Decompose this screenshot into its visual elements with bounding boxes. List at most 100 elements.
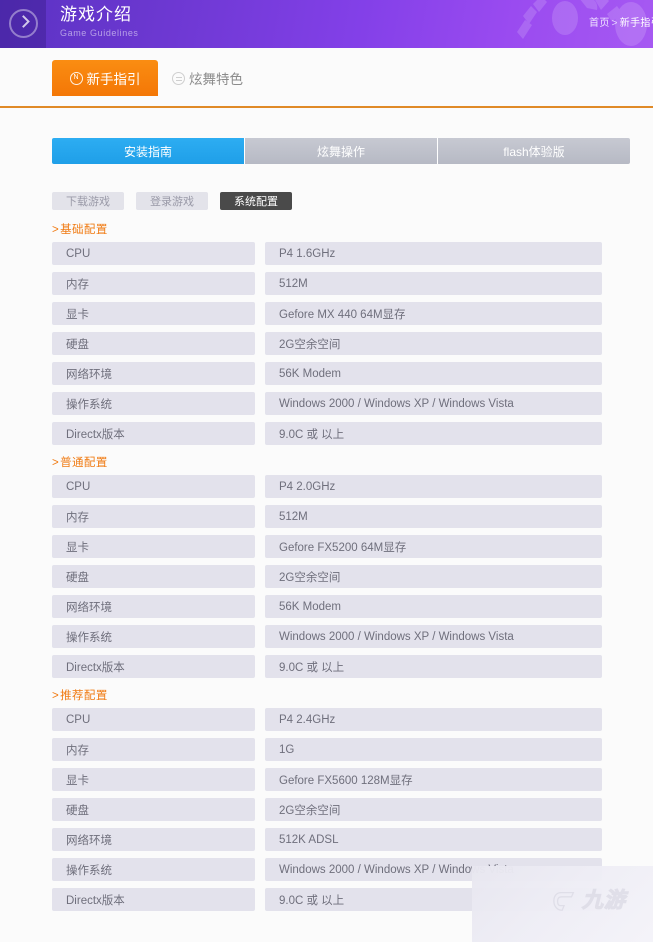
table-row: 操作系统 Windows 2000 / Windows XP / Windows…	[52, 392, 653, 415]
row-label: 操作系统	[52, 858, 255, 881]
page-header: 游戏介绍 Game Guidelines 首页>新手指引	[0, 0, 653, 48]
table-row: 网络环境 56K Modem	[52, 362, 653, 385]
row-value: 56K Modem	[265, 595, 602, 618]
row-label: 内存	[52, 505, 255, 528]
config-section-basic: >基础配置 CPU P4 1.6GHz 内存 512M 显卡 Gefore MX…	[0, 221, 653, 445]
row-value: 2G空余空间	[265, 565, 602, 588]
row-label: 显卡	[52, 302, 255, 325]
breadcrumb-home-link[interactable]: 首页	[589, 18, 610, 29]
row-value: 512K ADSL	[265, 828, 602, 851]
section-title-recommended-label: 推荐配置	[60, 690, 108, 702]
config-rows-basic: CPU P4 1.6GHz 内存 512M 显卡 Gefore MX 440 6…	[0, 242, 653, 445]
login-game-button-label: 登录游戏	[150, 196, 194, 208]
row-value: Windows 2000 / Windows XP / Windows Vist…	[265, 625, 602, 648]
row-label: 网络环境	[52, 595, 255, 618]
row-value: Windows 2000 / Windows XP / Windows Vist…	[265, 858, 602, 881]
row-label: CPU	[52, 475, 255, 498]
row-value: 9.0C 或 以上	[265, 888, 602, 911]
table-row: 硬盘 2G空余空间	[52, 798, 653, 821]
row-label: 硬盘	[52, 798, 255, 821]
download-game-button-label: 下载游戏	[66, 196, 110, 208]
section-title-recommended: >推荐配置	[52, 687, 653, 705]
download-game-button[interactable]: 下载游戏	[52, 192, 124, 210]
breadcrumb-separator: >	[611, 18, 618, 29]
row-value: Gefore FX5200 64M显存	[265, 535, 602, 558]
subtab-dance-controls[interactable]: 炫舞操作	[245, 138, 438, 164]
row-label: Directx版本	[52, 888, 255, 911]
table-row: CPU P4 1.6GHz	[52, 242, 653, 265]
row-label: 操作系统	[52, 392, 255, 415]
system-config-button[interactable]: 系统配置	[220, 192, 292, 210]
table-row: 操作系统 Windows 2000 / Windows XP / Windows…	[52, 625, 653, 648]
main-tab-bar: 新手指引 炫舞特色	[0, 48, 653, 108]
subtab-install-guide-label: 安装指南	[123, 144, 172, 159]
section-title-normal-label: 普通配置	[60, 457, 108, 469]
table-row: 网络环境 56K Modem	[52, 595, 653, 618]
row-value: 1G	[265, 738, 602, 761]
row-value: Gefore FX5600 128M显存	[265, 768, 602, 791]
table-row: Directx版本 9.0C 或 以上	[52, 422, 653, 445]
row-label: CPU	[52, 708, 255, 731]
table-row: 内存 512M	[52, 272, 653, 295]
row-label: CPU	[52, 242, 255, 265]
list-badge-icon	[172, 71, 185, 85]
row-label: 操作系统	[52, 625, 255, 648]
row-value: 2G空余空间	[265, 332, 602, 355]
section-title-basic: >基础配置	[52, 221, 653, 239]
table-row: CPU P4 2.4GHz	[52, 708, 653, 731]
row-value: Windows 2000 / Windows XP / Windows Vist…	[265, 392, 602, 415]
breadcrumb-current: 新手指引	[619, 18, 653, 29]
sub-tab-bar: 安装指南 炫舞操作 flash体验版	[52, 138, 630, 164]
table-row: 硬盘 2G空余空间	[52, 332, 653, 355]
row-value: 9.0C 或 以上	[265, 655, 602, 678]
tab-newbie-guide[interactable]: 新手指引	[52, 60, 158, 96]
page-subtitle: Game Guidelines	[60, 28, 139, 38]
logo-container	[0, 0, 46, 48]
row-label: 显卡	[52, 768, 255, 791]
page-title: 游戏介绍	[60, 5, 132, 24]
breadcrumb: 首页>新手指引	[589, 14, 653, 29]
row-label: 内存	[52, 738, 255, 761]
config-rows-normal: CPU P4 2.0GHz 内存 512M 显卡 Gefore FX5200 6…	[0, 475, 653, 678]
section-title-basic-label: 基础配置	[60, 224, 108, 236]
tab-newbie-guide-label: 新手指引	[86, 72, 141, 87]
subtab-install-guide[interactable]: 安装指南	[52, 138, 245, 164]
table-row: CPU P4 2.0GHz	[52, 475, 653, 498]
section-title-normal: >普通配置	[52, 454, 653, 472]
table-row: 显卡 Gefore MX 440 64M显存	[52, 302, 653, 325]
config-section-normal: >普通配置 CPU P4 2.0GHz 内存 512M 显卡 Gefore FX…	[0, 454, 653, 678]
row-value: 512M	[265, 505, 602, 528]
row-label: 内存	[52, 272, 255, 295]
tab-dance-features-label: 炫舞特色	[189, 72, 243, 87]
page-root: 游戏介绍 Game Guidelines 首页>新手指引 新手指引 炫舞特色 安…	[0, 0, 653, 942]
config-rows-recommended: CPU P4 2.4GHz 内存 1G 显卡 Gefore FX5600 128…	[0, 708, 653, 911]
row-value: 9.0C 或 以上	[265, 422, 602, 445]
row-label: 硬盘	[52, 332, 255, 355]
tab-dance-features[interactable]: 炫舞特色	[172, 60, 272, 96]
subtab-flash-trial[interactable]: flash体验版	[438, 138, 630, 164]
row-value: 2G空余空间	[265, 798, 602, 821]
table-row: Directx版本 9.0C 或 以上	[52, 888, 653, 911]
row-value: P4 2.4GHz	[265, 708, 602, 731]
table-row: Directx版本 9.0C 或 以上	[52, 655, 653, 678]
row-label: Directx版本	[52, 655, 255, 678]
config-section-recommended: >推荐配置 CPU P4 2.4GHz 内存 1G 显卡 Gefore FX56…	[0, 687, 653, 911]
table-row: 显卡 Gefore FX5600 128M显存	[52, 768, 653, 791]
row-label: 显卡	[52, 535, 255, 558]
newbie-badge-icon	[69, 71, 83, 85]
config-sections: >基础配置 CPU P4 1.6GHz 内存 512M 显卡 Gefore MX…	[0, 221, 653, 920]
table-row: 内存 512M	[52, 505, 653, 528]
row-label: 硬盘	[52, 565, 255, 588]
step-button-row: 下载游戏 登录游戏 系统配置	[52, 192, 292, 210]
row-value: P4 2.0GHz	[265, 475, 602, 498]
subtab-dance-controls-label: 炫舞操作	[316, 144, 365, 159]
row-label: Directx版本	[52, 422, 255, 445]
table-row: 硬盘 2G空余空间	[52, 565, 653, 588]
row-value: P4 1.6GHz	[265, 242, 602, 265]
login-game-button[interactable]: 登录游戏	[136, 192, 208, 210]
row-label: 网络环境	[52, 828, 255, 851]
system-config-button-label: 系统配置	[234, 196, 278, 208]
row-value: Gefore MX 440 64M显存	[265, 302, 602, 325]
row-label: 网络环境	[52, 362, 255, 385]
section-arrow-icon: >	[52, 690, 60, 702]
